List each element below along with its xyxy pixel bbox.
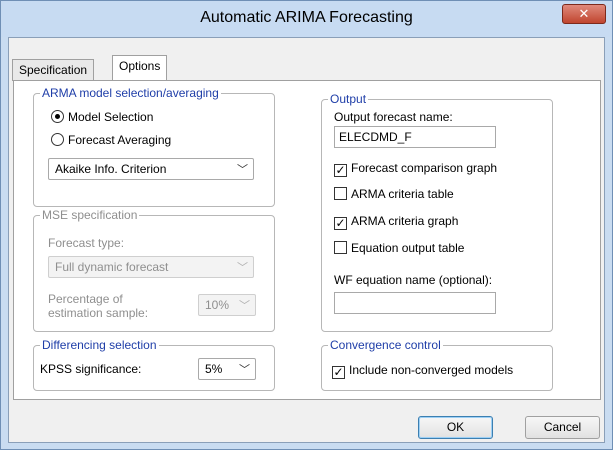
convergence-control-group: Convergence control ✓ Include non-converg… (321, 338, 553, 391)
equation-output-table-label: Equation output table (351, 241, 465, 255)
criterion-select[interactable]: Akaike Info. Criterion ﹀ (48, 158, 254, 180)
arma-criteria-table-checkbox[interactable]: ARMA criteria table (334, 186, 454, 202)
forecast-type-value: Full dynamic forecast (55, 260, 169, 274)
forecast-type-label: Forecast type: (48, 236, 125, 250)
dialog-body: Specification Options ARMA model selecti… (8, 37, 605, 443)
criterion-value: Akaike Info. Criterion (55, 162, 167, 176)
kpss-significance-value: 5% (205, 362, 223, 376)
radio-selected-icon (51, 110, 64, 123)
chevron-down-icon: ﹀ (237, 262, 248, 274)
kpss-significance-label: KPSS significance: (40, 362, 142, 376)
differencing-selection-group-title: Differencing selection (40, 338, 159, 352)
percentage-label-line2: estimation sample: (48, 306, 149, 320)
forecast-averaging-label: Forecast Averaging (68, 133, 172, 147)
percentage-select[interactable]: 10% ﹀ (198, 294, 256, 316)
tab-specification[interactable]: Specification (12, 59, 95, 81)
title-bar[interactable]: Automatic ARIMA Forecasting ✕ (1, 1, 612, 37)
tab-options[interactable]: Options (112, 55, 168, 81)
checkbox-empty-icon (334, 241, 347, 254)
chevron-down-icon: ﹀ (239, 300, 250, 312)
mse-specification-group-title: MSE specification (40, 208, 140, 222)
arma-criteria-graph-checkbox[interactable]: ✓ ARMA criteria graph (334, 213, 459, 230)
chevron-down-icon: ﹀ (237, 164, 248, 176)
differencing-selection-group: Differencing selection KPSS significance… (33, 338, 275, 391)
forecast-type-select[interactable]: Full dynamic forecast ﹀ (48, 256, 254, 278)
forecast-comparison-graph-label: Forecast comparison graph (351, 161, 498, 175)
include-non-converged-checkbox[interactable]: ✓ Include non-converged models (332, 362, 514, 379)
model-selection-radio[interactable]: Model Selection (51, 109, 153, 125)
check-icon: ✓ (334, 163, 347, 177)
check-icon: ✓ (332, 365, 345, 379)
forecast-averaging-radio[interactable]: Forecast Averaging (51, 132, 171, 148)
percentage-value: 10% (205, 298, 230, 312)
include-non-converged-label: Include non-converged models (349, 363, 514, 377)
radio-unselected-icon (51, 133, 64, 146)
equation-output-table-checkbox[interactable]: Equation output table (334, 240, 464, 256)
model-selection-label: Model Selection (68, 110, 154, 124)
forecast-comparison-graph-checkbox[interactable]: ✓ Forecast comparison graph (334, 160, 498, 177)
mse-specification-group: MSE specification Forecast type: Full dy… (33, 208, 275, 332)
wf-equation-name-label: WF equation name (optional): (334, 273, 493, 287)
checkbox-empty-icon (334, 187, 347, 200)
output-group-title: Output (328, 92, 369, 106)
convergence-control-group-title: Convergence control (328, 338, 443, 352)
check-icon: ✓ (334, 216, 347, 230)
window-title: Automatic ARIMA Forecasting (200, 9, 413, 26)
cancel-button[interactable]: Cancel (525, 416, 600, 439)
forecast-name-input[interactable]: ELECDMD_F (334, 126, 496, 148)
arma-criteria-graph-label: ARMA criteria graph (351, 214, 459, 228)
close-button[interactable]: ✕ (562, 4, 606, 24)
ok-button[interactable]: OK (418, 416, 493, 439)
forecast-name-label: Output forecast name: (334, 110, 453, 124)
wf-equation-name-input[interactable] (334, 292, 496, 314)
options-panel: ARMA model selection/averaging Model Sel… (13, 80, 601, 400)
arma-criteria-table-label: ARMA criteria table (351, 187, 454, 201)
percentage-label-line1: Percentage of (48, 292, 123, 306)
output-group: Output Output forecast name: ELECDMD_F ✓… (321, 92, 553, 332)
arma-selection-group-title: ARMA model selection/averaging (40, 86, 221, 100)
chevron-down-icon: ﹀ (239, 364, 250, 376)
arma-selection-group: ARMA model selection/averaging Model Sel… (33, 86, 275, 207)
dialog-window: Automatic ARIMA Forecasting ✕ Specificat… (0, 0, 613, 450)
kpss-significance-select[interactable]: 5% ﹀ (198, 358, 256, 380)
